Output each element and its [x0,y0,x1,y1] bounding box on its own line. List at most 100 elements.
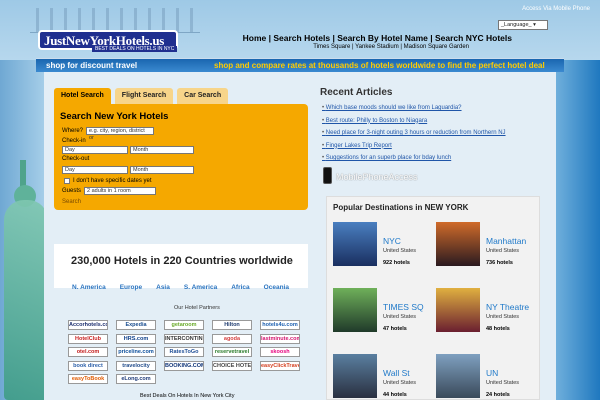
region-oceania[interactable]: Oceania [264,284,289,291]
region-asia[interactable]: Asia [156,284,170,291]
tab-hotel-search[interactable]: Hotel Search [54,88,111,104]
mobile-access-link[interactable]: Access Via Mobile Phone [522,6,590,12]
article-link[interactable]: Best route: Philly to Boston to Niagara [322,118,506,131]
article-link[interactable]: Need place for 3-night outing 3 hours or… [322,130,506,143]
no-dates-label: I don't have specific dates yet [73,178,152,184]
partner-logo[interactable]: INTERCONTINENTAL [164,333,204,344]
destination-country: United States [486,314,520,320]
nav-search-nyc[interactable]: Search NYC Hotels [435,33,512,43]
destination-country: United States [383,314,417,320]
destination-name[interactable]: NYC [383,236,401,246]
promo-bar: shop for discount travel shop and compar… [36,58,564,72]
destination-name[interactable]: Manhattan [486,236,526,246]
destination-name[interactable]: TIMES SQ [383,302,424,312]
destination-hotel-count: 736 hotels [486,260,513,266]
partner-logo[interactable]: travelocity [116,360,156,371]
partner-logo[interactable]: priceline.com [116,347,156,357]
guests-select[interactable]: 2 adults in 1 room [84,187,156,195]
nav-search-by-name[interactable]: Search By Hotel Name [337,33,428,43]
checkout-day-select[interactable]: Day [62,166,128,174]
mobile-phone-access-link[interactable]: MobilePhoneAccess [336,172,418,182]
partners-title: Our Hotel Partners [174,305,220,311]
tab-car-search[interactable]: Car Search [177,88,229,104]
subnav-times-square[interactable]: Times Square [313,44,350,50]
destination-hotel-count: 47 hotels [383,326,407,332]
region-south-america[interactable]: S. America [184,284,217,291]
partner-logo[interactable]: HotelClub [68,333,108,344]
destination-image[interactable] [333,288,377,332]
subnav-msg[interactable]: Madison Square Garden [404,44,469,50]
partner-logo[interactable]: agoda [212,333,252,344]
checkin-month-value: Month [133,147,149,153]
destination-country: United States [383,248,417,254]
partner-logo[interactable]: skoosh [260,347,300,357]
promo-bar-left: shop for discount travel [46,61,138,70]
checkout-month-value: Month [133,167,149,173]
tab-flight-search[interactable]: Flight Search [114,88,174,104]
checkin-month-select[interactable]: Month [130,146,194,154]
mobile-phone-icon [323,167,332,184]
top-nav: Home | Search Hotels | Search By Hotel N… [242,33,512,43]
hotel-search-form: Search New York Hotels Where? e.g. city,… [54,104,308,210]
partner-logo[interactable]: RatesToGo [164,347,204,357]
destination-hotel-count: 44 hotels [383,392,407,398]
partner-logo[interactable]: eLong.com [116,374,156,384]
nav-search-hotels[interactable]: Search Hotels [273,33,330,43]
search-button[interactable]: Search [62,199,81,205]
partner-logo[interactable]: book direct [68,360,108,371]
checkout-label: Check-out [62,156,90,162]
checkin-day-select[interactable]: Day [62,146,128,154]
subnav-yankee-stadium[interactable]: Yankee Stadium [355,44,399,50]
checkin-day-value: Day [65,147,75,153]
destination-image[interactable] [436,354,480,398]
destination-image[interactable] [333,354,377,398]
sub-nav: Times Square | Yankee Stadium | Madison … [313,44,469,50]
no-dates-checkbox[interactable] [64,178,70,184]
hotel-count-box: 230,000 Hotels in 220 Countries worldwid… [54,244,308,288]
footer-note: Best Deals On Hotels In New York City [140,393,235,399]
destination-name[interactable]: Wall St [383,368,410,378]
destination-name[interactable]: NY Theatre [486,302,529,312]
search-tabs: Hotel Search Flight Search Car Search [54,88,232,104]
destination-image[interactable] [333,222,377,266]
nav-home[interactable]: Home [243,33,267,43]
destination-country: United States [383,380,417,386]
destination-image[interactable] [436,222,480,266]
destination-image[interactable] [436,288,480,332]
hotel-count-text: 230,000 Hotels in 220 Countries worldwid… [71,255,293,267]
partner-logo[interactable]: BOOKING.COM [164,360,204,371]
article-link[interactable]: Which base moods should we like from Lag… [322,105,506,118]
partner-logo[interactable]: reservetravel [212,347,252,357]
article-link[interactable]: Suggestions for an superb place for bday… [322,155,506,168]
partner-logo[interactable]: Accorhotels.com [68,320,108,330]
search-title: Search New York Hotels [60,111,169,122]
region-links: N. America Europe Asia S. America Africa… [72,284,289,291]
checkout-month-select[interactable]: Month [130,166,194,174]
logo-tagline: BEST DEALS ON HOTELS IN NYC [92,46,178,52]
partner-logo[interactable]: HRS.com [116,333,156,344]
partner-logo[interactable]: lastminute.com [260,333,300,344]
region-europe[interactable]: Europe [120,284,142,291]
guests-value: 2 adults in 1 room [87,188,131,194]
destination-name[interactable]: UN [486,368,498,378]
popular-destinations-title: Popular Destinations in NEW YORK [333,203,469,212]
region-north-america[interactable]: N. America [72,284,106,291]
checkin-label: Check-in [62,138,86,144]
partner-logo[interactable]: Expedia [116,320,156,330]
partner-logo[interactable]: easyToBook [68,374,108,384]
where-label: Where? [62,128,84,134]
language-select[interactable]: _Language_ ▾ [498,20,548,30]
partner-logo[interactable]: otel.com [68,347,108,357]
article-link[interactable]: Finger Lakes Trip Report [322,143,506,156]
destination-country: United States [486,380,520,386]
partner-logo[interactable]: easyClickTravel [260,360,300,371]
where-input[interactable]: e.g. city, region, district or [86,127,154,141]
promo-bar-right: shop and compare rates at thousands of h… [214,61,545,70]
destination-hotel-count: 48 hotels [486,326,510,332]
partner-logo[interactable]: Hilton [212,320,252,330]
destination-hotel-count: 922 hotels [383,260,410,266]
region-africa[interactable]: Africa [231,284,249,291]
partner-logo[interactable]: CHOICE HOTELS [212,360,252,371]
partner-logo[interactable]: hotels4u.com [260,320,300,330]
partner-logo[interactable]: getaroom [164,320,204,330]
